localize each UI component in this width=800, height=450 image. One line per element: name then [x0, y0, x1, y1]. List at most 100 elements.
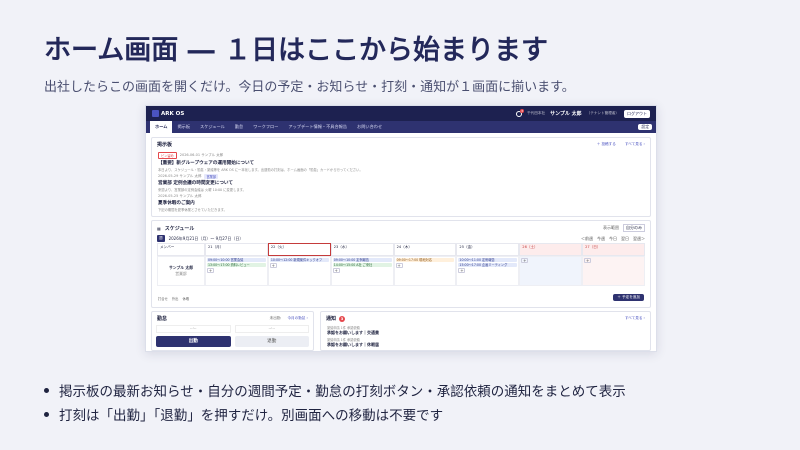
app-screenshot: ARK OS 3 千代田本社 サンプル 太郎 （テナント管理者） ログアウト ホ… — [145, 105, 657, 352]
day-cell[interactable]: + — [519, 256, 583, 286]
member-column-header: メンバー — [157, 243, 205, 256]
nav-workflow[interactable]: ワークフロー — [248, 121, 283, 133]
attendance-link[interactable]: 今月の勤怠 › — [287, 316, 308, 321]
day-cell[interactable]: 10:00〜12:00 新規案件キックオフ + — [267, 256, 331, 286]
post-title: 営業部 定例会議の時間変更について — [158, 181, 233, 186]
legend-meeting: 打合せ — [158, 297, 168, 301]
add-event-icon[interactable]: + — [584, 258, 592, 263]
member-dept: 営業部 — [175, 271, 187, 276]
prev-week-button[interactable]: ＜前週 — [581, 236, 593, 242]
post-link[interactable]: ＋ 投稿する — [597, 142, 616, 147]
post-body: 来週より、営業部の定例会議は 火曜 10:00 に変更します。 — [158, 188, 246, 192]
slide-title: ホーム画面 ― １日はここから始まります — [44, 35, 548, 66]
schedule-event[interactable]: 09:00〜10:00 定例報告 — [332, 258, 392, 262]
board-card: 掲示板 ＋ 投稿する すべて見る › ピン留め 2026-06-01 サンプル 太郎 … — [151, 137, 651, 217]
today-button[interactable]: 今日 — [609, 236, 617, 242]
board-title: 掲示板 — [157, 142, 173, 148]
nav-attendance[interactable]: 勤怠 — [230, 121, 248, 133]
day-cell[interactable]: 09:00〜10:00 定例報告 14:00〜15:00 A社 ご来社 + — [330, 256, 394, 286]
day-cell[interactable]: 10:00〜11:00 定例報告 15:00〜17:00 企画ミーティング + — [456, 256, 520, 286]
board-post[interactable]: 2026-05-25 サンプル 太郎 夏季休暇のご案内 下記の期間を夏季休業とさ… — [152, 193, 650, 213]
day-header: 26（土） — [519, 243, 583, 256]
category-tag: 営業部 — [204, 174, 219, 179]
nav-updates[interactable]: アップデート情報・不具合報告 — [283, 121, 352, 133]
week-view-button[interactable]: 週 — [157, 235, 165, 242]
add-event-icon[interactable]: + — [458, 268, 466, 273]
day-header: 25（金） — [456, 243, 520, 256]
bullet-list: 掲示板の最新お知らせ・自分の週間予定・勤怠の打刻ボタン・承認依頼の通知をまとめて… — [44, 378, 626, 426]
date-range: 2026年9月21日（月）～ 9月27日（日） — [168, 235, 244, 241]
schedule-event[interactable]: 10:00〜12:00 新規案件キックオフ — [269, 258, 329, 262]
notice-item[interactable]: 稟議申請 1件 承認依頼 承認をお願いします｜交通費 — [321, 325, 650, 336]
filter-label: 表示範囲 — [603, 225, 619, 230]
board-all-link[interactable]: すべて見る › — [625, 142, 645, 147]
punch-out-button[interactable]: 退勤 — [234, 336, 309, 347]
bell-icon[interactable]: 3 — [516, 108, 525, 117]
schedule-event[interactable]: 14:00〜15:00 A社 ご来社 — [332, 263, 392, 267]
day-header: 24（木） — [393, 243, 457, 256]
nav-home[interactable]: ホーム — [150, 121, 173, 133]
schedule-grid: メンバー 21（月） 22（火） 23（水） 24（木） 25（金） 26（土） 27（日） サ… — [157, 243, 645, 286]
add-event-icon[interactable]: + — [395, 263, 403, 268]
schedule-event[interactable]: 10:00〜11:00 定例報告 — [458, 258, 518, 262]
company-name: 千代田本社 — [527, 111, 546, 115]
schedule-event[interactable]: 09:00〜17:00 現地対応 — [395, 258, 455, 262]
member-cell: サンプル 太郎 営業部 — [157, 256, 205, 286]
punch-out-time: --:-- — [234, 325, 309, 333]
day-cell[interactable]: 09:00〜17:00 現地対応 + — [393, 256, 457, 286]
punch-in-time: --:-- — [156, 325, 231, 333]
legend-leave: 休暇 — [182, 297, 190, 301]
notice-count-badge: 3 — [339, 315, 346, 322]
notice-all-link[interactable]: すべて見る › — [625, 316, 645, 321]
nav-contact[interactable]: お問い合わせ — [352, 121, 387, 133]
bullet-text: 掲示板の最新お知らせ・自分の週間予定・勤怠の打刻ボタン・承認依頼の通知をまとめて… — [59, 384, 626, 400]
day-cell[interactable]: + — [582, 256, 645, 286]
punch-in-button[interactable]: 出勤 — [156, 336, 231, 347]
schedule-card: ▦ スケジュール 表示範囲 自分のみ 週 2026年9月21日（月）～ 9月27… — [151, 220, 651, 308]
slide-subtitle: 出社したらこの画面を開くだけ。今日の予定・お知らせ・打刻・通知が１画面に揃います… — [44, 80, 575, 95]
notice-title: 通知 — [326, 316, 337, 322]
board-post[interactable]: ピン留め 2026-06-01 サンプル 太郎 【重要】新グループウェアの運用開始… — [152, 151, 650, 173]
post-body: 本日より、スケジュール・勤怠・稟議等を ARK OS に一本化します。出退勤の打… — [158, 168, 363, 172]
board-post[interactable]: 2026-05-29 サンプル 太郎 営業部 営業部 定例会議の時間変更について … — [152, 173, 650, 193]
bullet-dot — [44, 387, 49, 393]
next-day-button[interactable]: 翌日 — [621, 236, 629, 242]
add-schedule-button[interactable]: ＋ 予定を追加 — [613, 294, 644, 301]
this-week-button[interactable]: 今週 — [597, 236, 605, 242]
user-name[interactable]: サンプル 太郎 — [550, 110, 582, 117]
settings-button[interactable]: 設定 — [638, 124, 652, 130]
notice-item[interactable]: 稟議申請 1件 承認依頼 承認をお願いします｜休暇届 — [321, 336, 650, 349]
add-event-icon[interactable]: + — [521, 258, 529, 263]
post-meta: 2026-06-01 サンプル 太郎 — [179, 153, 224, 157]
post-body: 下記の期間を夏季休業とさせていただきます。 — [158, 208, 227, 212]
post-title: 夏季休暇のご案内 — [158, 201, 195, 206]
schedule-event[interactable]: 15:00〜17:00 企画ミーティング — [458, 263, 518, 267]
bullet-dot — [44, 411, 49, 417]
add-event-icon[interactable]: + — [269, 263, 277, 268]
calendar-icon: ▦ — [157, 225, 161, 231]
post-meta: 2026-05-29 サンプル 太郎 — [158, 174, 202, 178]
logo-icon — [152, 110, 159, 117]
bullet-item: 掲示板の最新お知らせ・自分の週間予定・勤怠の打刻ボタン・承認依頼の通知をまとめて… — [44, 378, 626, 402]
logout-button[interactable]: ログアウト — [624, 109, 650, 118]
nav-board[interactable]: 掲示板 — [172, 121, 195, 133]
day-cell[interactable]: 09:00〜10:00 営業会議 13:00〜17:00 資料レビュー + — [205, 256, 268, 286]
schedule-event[interactable]: 09:00〜10:00 営業会議 — [207, 258, 266, 262]
nav-schedule[interactable]: スケジュール — [195, 121, 230, 133]
notification-badge: 3 — [520, 108, 525, 113]
post-meta: 2026-05-25 サンプル 太郎 — [158, 194, 202, 198]
logo-text: ARK OS — [161, 110, 185, 117]
day-header: 22（火） — [267, 243, 331, 256]
add-event-icon[interactable]: + — [332, 268, 340, 273]
schedule-event[interactable]: 13:00〜17:00 資料レビュー — [207, 263, 266, 267]
day-header: 27（日） — [582, 243, 645, 256]
legend-out: 外出 — [171, 297, 179, 301]
day-header: 23（水） — [330, 243, 394, 256]
attendance-card: 勤怠 未出勤 今月の勤怠 › --:-- --:-- 出勤 退勤 — [151, 311, 314, 351]
filter-select[interactable]: 自分のみ — [623, 224, 645, 232]
app-logo[interactable]: ARK OS — [152, 110, 184, 117]
add-event-icon[interactable]: + — [207, 268, 214, 273]
post-title: 【重要】新グループウェアの運用開始について — [158, 161, 255, 166]
main-nav: ホーム 掲示板 スケジュール 勤怠 ワークフロー アップデート情報・不具合報告 … — [146, 121, 656, 133]
next-week-button[interactable]: 翌週＞ — [633, 236, 645, 242]
